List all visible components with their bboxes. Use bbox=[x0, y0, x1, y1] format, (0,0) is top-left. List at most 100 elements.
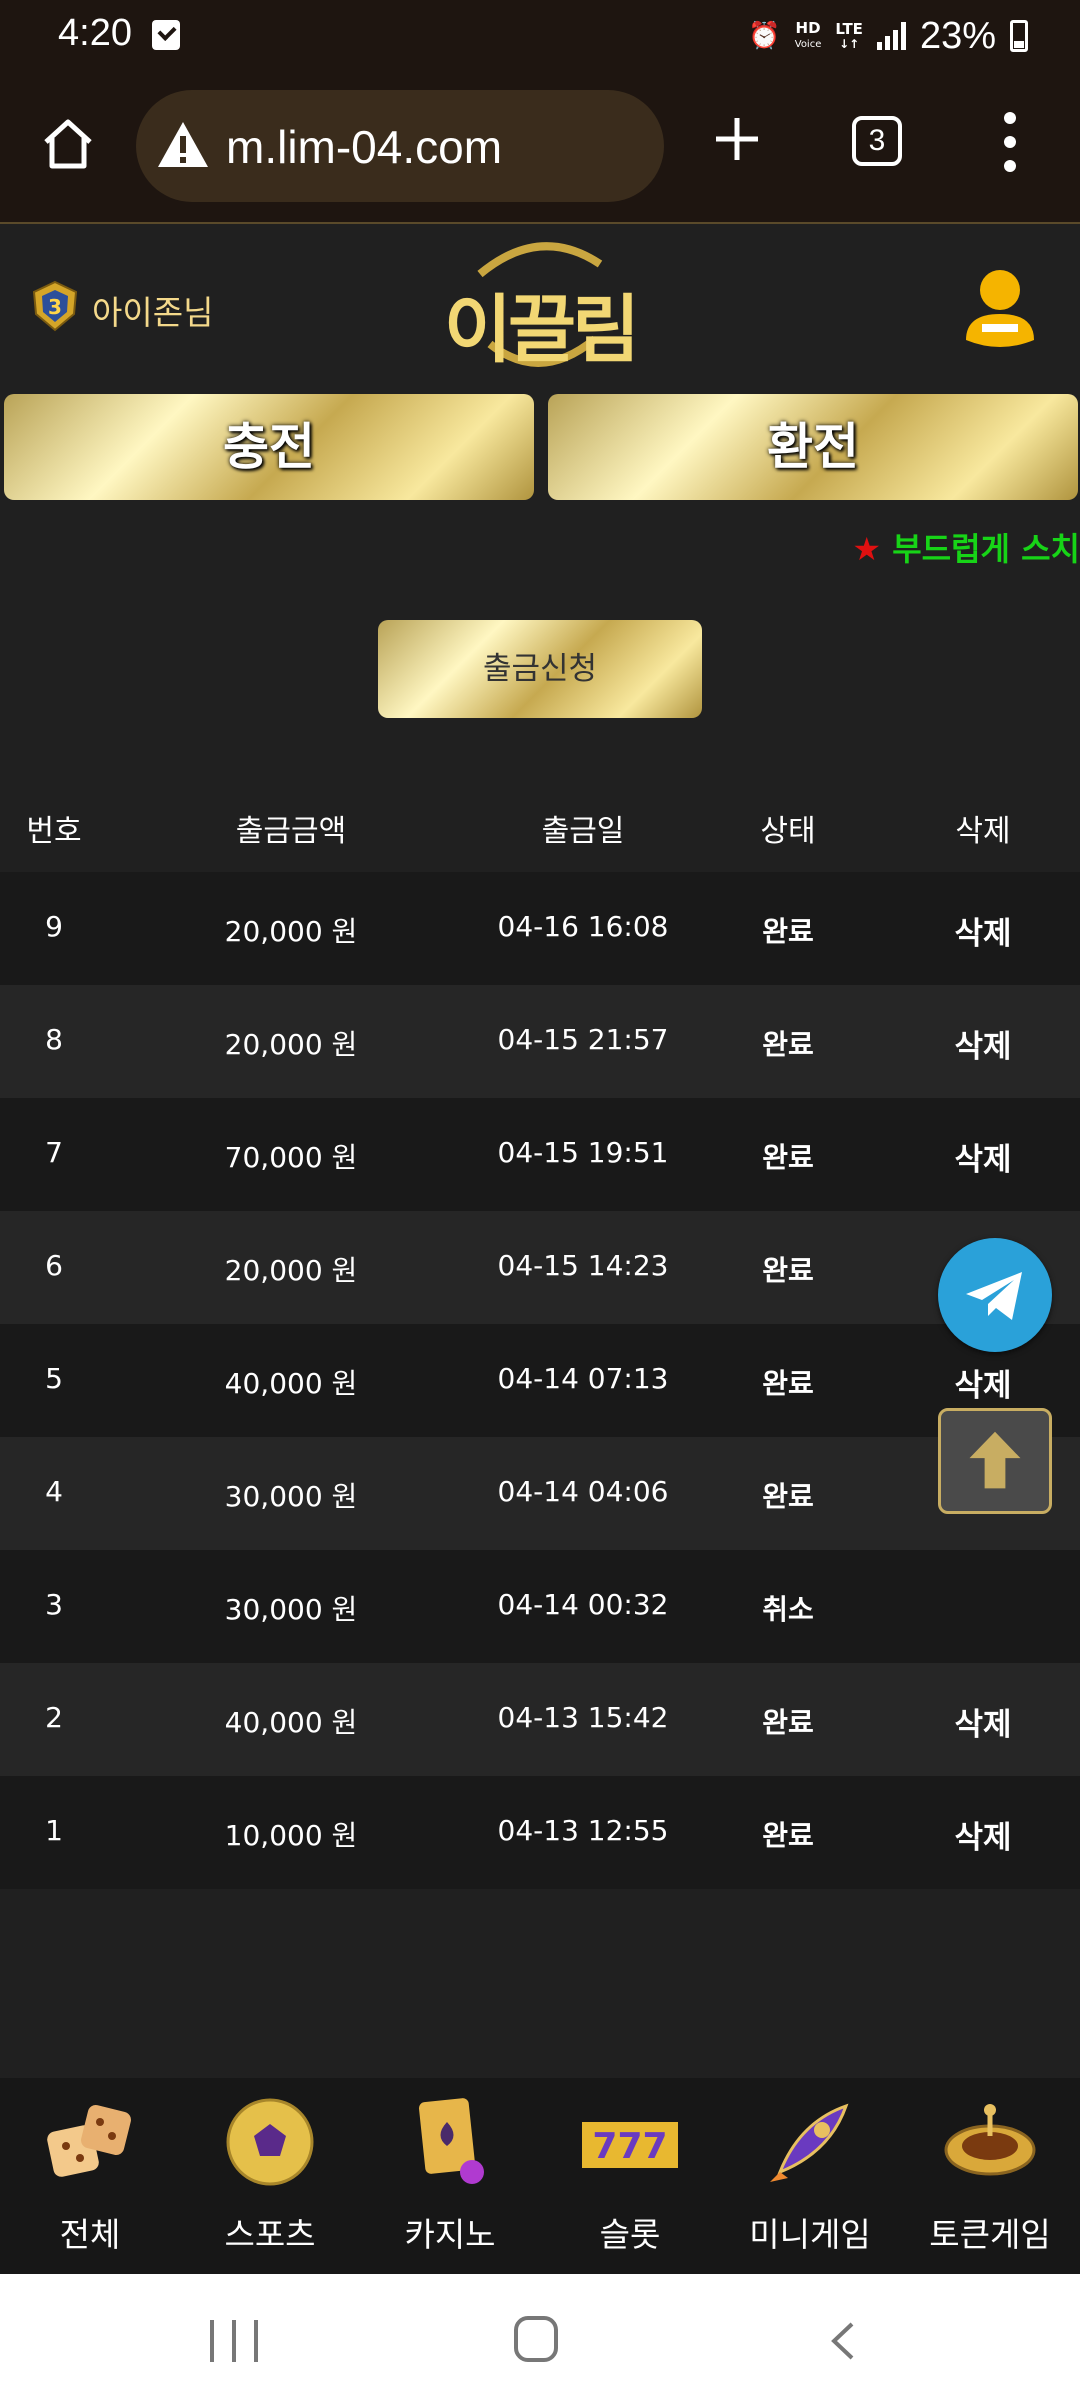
row-number: 1 bbox=[45, 1814, 63, 1847]
username: 아이존님 bbox=[92, 293, 214, 332]
back-icon[interactable] bbox=[828, 2320, 858, 2362]
row-amount: 70,000 원 bbox=[224, 1141, 358, 1174]
row-date: 04-15 21:57 bbox=[497, 1023, 669, 1056]
row-amount: 30,000 원 bbox=[224, 1593, 358, 1626]
row-amount: 20,000 원 bbox=[224, 915, 358, 948]
rank-badge-icon: 3 bbox=[32, 280, 78, 332]
nav-label: 미니게임 bbox=[749, 2215, 871, 2254]
site-logo[interactable]: 이끌림 bbox=[440, 234, 640, 374]
row-status: 완료 bbox=[762, 1819, 814, 1852]
header-date: 출금일 bbox=[541, 814, 625, 849]
dice-icon bbox=[47, 2105, 131, 2177]
system-navigation-bar bbox=[0, 2274, 1080, 2408]
table-row: 9 20,000 원 04-16 16:08 완료 삭제 bbox=[0, 872, 1080, 985]
new-tab-icon[interactable] bbox=[712, 114, 762, 164]
nav-label: 토큰게임 bbox=[929, 2215, 1051, 2254]
notification-check-icon bbox=[152, 20, 180, 50]
row-number: 8 bbox=[45, 1023, 63, 1056]
exchange-button[interactable]: 환전 bbox=[548, 394, 1078, 500]
row-date: 04-15 14:23 bbox=[497, 1249, 669, 1282]
home-icon[interactable] bbox=[40, 116, 96, 172]
recent-apps-icon[interactable] bbox=[210, 2320, 258, 2362]
delete-button[interactable]: 삭제 bbox=[954, 1021, 1011, 1066]
row-status: 완료 bbox=[762, 1367, 814, 1400]
header-number: 번호 bbox=[26, 814, 82, 849]
row-number: 7 bbox=[45, 1136, 63, 1169]
lte-icon: LTE ↓↑ bbox=[835, 19, 863, 51]
battery-icon bbox=[1010, 20, 1028, 52]
nav-item-token-game[interactable]: 토큰게임 bbox=[900, 2078, 1080, 2274]
more-menu-icon[interactable] bbox=[998, 112, 1022, 172]
table-row: 8 20,000 원 04-15 21:57 완료 삭제 bbox=[0, 985, 1080, 1098]
slot-777-icon: 777 bbox=[582, 2122, 678, 2168]
delete-button[interactable]: 삭제 bbox=[954, 1360, 1011, 1405]
marquee-text: 부드럽게 스치 bbox=[881, 530, 1080, 568]
row-number: 2 bbox=[45, 1701, 63, 1734]
scroll-to-top-button[interactable] bbox=[938, 1408, 1052, 1514]
bottom-game-nav: 전체 스포츠 카지노 777 슬롯 미니게임 토큰게임 bbox=[0, 2078, 1080, 2274]
nav-label: 스포츠 bbox=[224, 2215, 316, 2254]
rocket-icon bbox=[770, 2103, 849, 2182]
withdraw-request-button[interactable]: 출금신청 bbox=[378, 620, 702, 718]
row-date: 04-14 00:32 bbox=[497, 1588, 669, 1621]
delete-button[interactable]: 삭제 bbox=[954, 1699, 1011, 1744]
table-row: 7 70,000 원 04-15 19:51 완료 삭제 bbox=[0, 1098, 1080, 1211]
withdrawal-table: 9 20,000 원 04-16 16:08 완료 삭제 8 20,000 원 … bbox=[0, 872, 1080, 1889]
star-icon: ★ bbox=[852, 530, 882, 568]
nav-item-sports[interactable]: 스포츠 bbox=[180, 2078, 360, 2274]
charge-button[interactable]: 충전 bbox=[4, 394, 534, 500]
delete-button[interactable]: 삭제 bbox=[954, 1134, 1011, 1179]
nav-label: 슬롯 bbox=[599, 2215, 661, 2254]
row-date: 04-13 12:55 bbox=[497, 1814, 669, 1847]
telegram-button[interactable] bbox=[938, 1238, 1052, 1352]
warning-icon bbox=[158, 122, 208, 167]
table-row: 2 40,000 원 04-13 15:42 완료 삭제 bbox=[0, 1663, 1080, 1776]
row-amount: 30,000 원 bbox=[224, 1480, 358, 1513]
row-date: 04-14 04:06 bbox=[497, 1475, 669, 1508]
table-row: 5 40,000 원 04-14 07:13 완료 삭제 bbox=[0, 1324, 1080, 1437]
table-header: 번호 출금금액 출금일 상태 삭제 bbox=[0, 780, 1080, 870]
row-date: 04-15 19:51 bbox=[497, 1136, 669, 1169]
header-delete: 삭제 bbox=[955, 814, 1011, 849]
table-row: 3 30,000 원 04-14 00:32 취소 bbox=[0, 1550, 1080, 1663]
nav-item-all[interactable]: 전체 bbox=[0, 2078, 180, 2274]
row-date: 04-16 16:08 bbox=[497, 910, 669, 943]
svg-text:3: 3 bbox=[48, 295, 62, 319]
table-row: 1 10,000 원 04-13 12:55 완료 삭제 bbox=[0, 1776, 1080, 1889]
svg-text:777: 777 bbox=[592, 2126, 667, 2167]
nav-item-slot[interactable]: 777 슬롯 bbox=[540, 2078, 720, 2274]
nav-label: 카지노 bbox=[404, 2215, 496, 2254]
row-amount: 40,000 원 bbox=[224, 1706, 358, 1739]
site-header: 3 아이존님 이끌림 bbox=[0, 226, 1080, 376]
table-row: 6 20,000 원 04-15 14:23 완료 bbox=[0, 1211, 1080, 1324]
row-amount: 20,000 원 bbox=[224, 1028, 358, 1061]
delete-button[interactable]: 삭제 bbox=[954, 1812, 1011, 1857]
nav-item-casino[interactable]: 카지노 bbox=[360, 2078, 540, 2274]
row-date: 04-14 07:13 bbox=[497, 1362, 669, 1395]
row-number: 4 bbox=[45, 1475, 63, 1508]
status-bar: 4:20 ⏰ HD Voice LTE ↓↑ 23% bbox=[0, 0, 1080, 72]
row-amount: 40,000 원 bbox=[224, 1367, 358, 1400]
row-number: 9 bbox=[45, 910, 63, 943]
battery-percent: 23% bbox=[919, 14, 996, 57]
user-profile-icon[interactable] bbox=[964, 268, 1036, 350]
row-status: 완료 bbox=[762, 915, 814, 948]
alarm-icon: ⏰ bbox=[748, 21, 781, 51]
logo-text: 이끌림 bbox=[443, 287, 640, 373]
tab-switcher-button[interactable]: 3 bbox=[852, 116, 902, 166]
row-number: 3 bbox=[45, 1588, 63, 1621]
status-icons: ⏰ HD Voice LTE ↓↑ 23% bbox=[748, 14, 1028, 58]
delete-button[interactable]: 삭제 bbox=[954, 908, 1011, 953]
nav-item-minigame[interactable]: 미니게임 bbox=[720, 2078, 900, 2274]
address-bar[interactable]: m.lim-04.com bbox=[136, 90, 664, 202]
telegram-icon bbox=[966, 1272, 1022, 1320]
row-amount: 20,000 원 bbox=[224, 1254, 358, 1287]
row-status: 완료 bbox=[762, 1706, 814, 1739]
arrow-up-icon bbox=[969, 1431, 1021, 1489]
table-row: 4 30,000 원 04-14 04:06 완료 bbox=[0, 1437, 1080, 1550]
browser-toolbar: m.lim-04.com 3 bbox=[0, 72, 1080, 224]
status-time: 4:20 bbox=[58, 12, 132, 54]
home-nav-icon[interactable] bbox=[514, 2316, 558, 2362]
url-text: m.lim-04.com bbox=[226, 121, 503, 173]
row-number: 6 bbox=[45, 1249, 63, 1282]
